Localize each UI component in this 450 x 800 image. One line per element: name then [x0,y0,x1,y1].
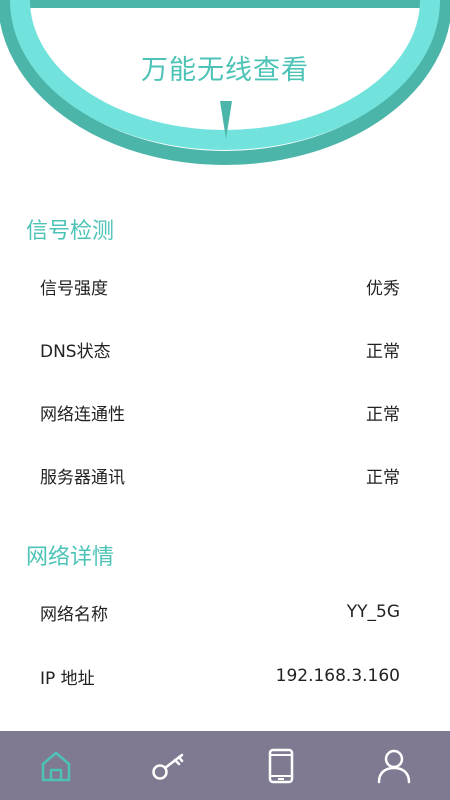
row-value: 正常 [366,341,400,362]
home-icon [42,751,71,781]
user-icon [377,749,410,783]
row-value: 正常 [366,404,400,425]
ip-address-row: IP 地址 192.168.3.160 [40,661,400,691]
network-connectivity-row: 网络连通性 正常 [40,397,400,427]
nav-user[interactable] [364,736,424,796]
network-section-title: 网络详情 [26,545,115,570]
row-label: IP 地址 [40,668,95,689]
row-label: 网络名称 [40,604,108,625]
row-value: 优秀 [366,278,400,299]
signal-section-title: 信号检测 [26,219,115,244]
key-icon [152,753,183,780]
app-screen: 万能无线查看 信号检测 信号强度 优秀 DNS状态 正常 网络连通性 正常 服务… [0,0,450,800]
row-label: 信号强度 [40,278,108,299]
signal-strength-row: 信号强度 优秀 [40,271,400,301]
bottom-nav [0,731,450,800]
dns-status-row: DNS状态 正常 [40,334,400,364]
server-communication-row: 服务器通讯 正常 [40,460,400,490]
nav-phone[interactable] [251,736,311,796]
row-value: 正常 [366,467,400,488]
row-value: YY_5G [346,602,400,622]
gauge-title: 万能无线查看 [141,55,309,86]
network-name-row: 网络名称 YY_5G [40,597,400,627]
row-label: DNS状态 [40,341,111,362]
row-value: 192.168.3.160 [275,666,400,686]
nav-home[interactable] [26,736,86,796]
nav-key[interactable] [139,736,199,796]
row-label: 服务器通讯 [40,467,125,488]
phone-icon [269,748,294,783]
row-label: 网络连通性 [40,404,125,425]
